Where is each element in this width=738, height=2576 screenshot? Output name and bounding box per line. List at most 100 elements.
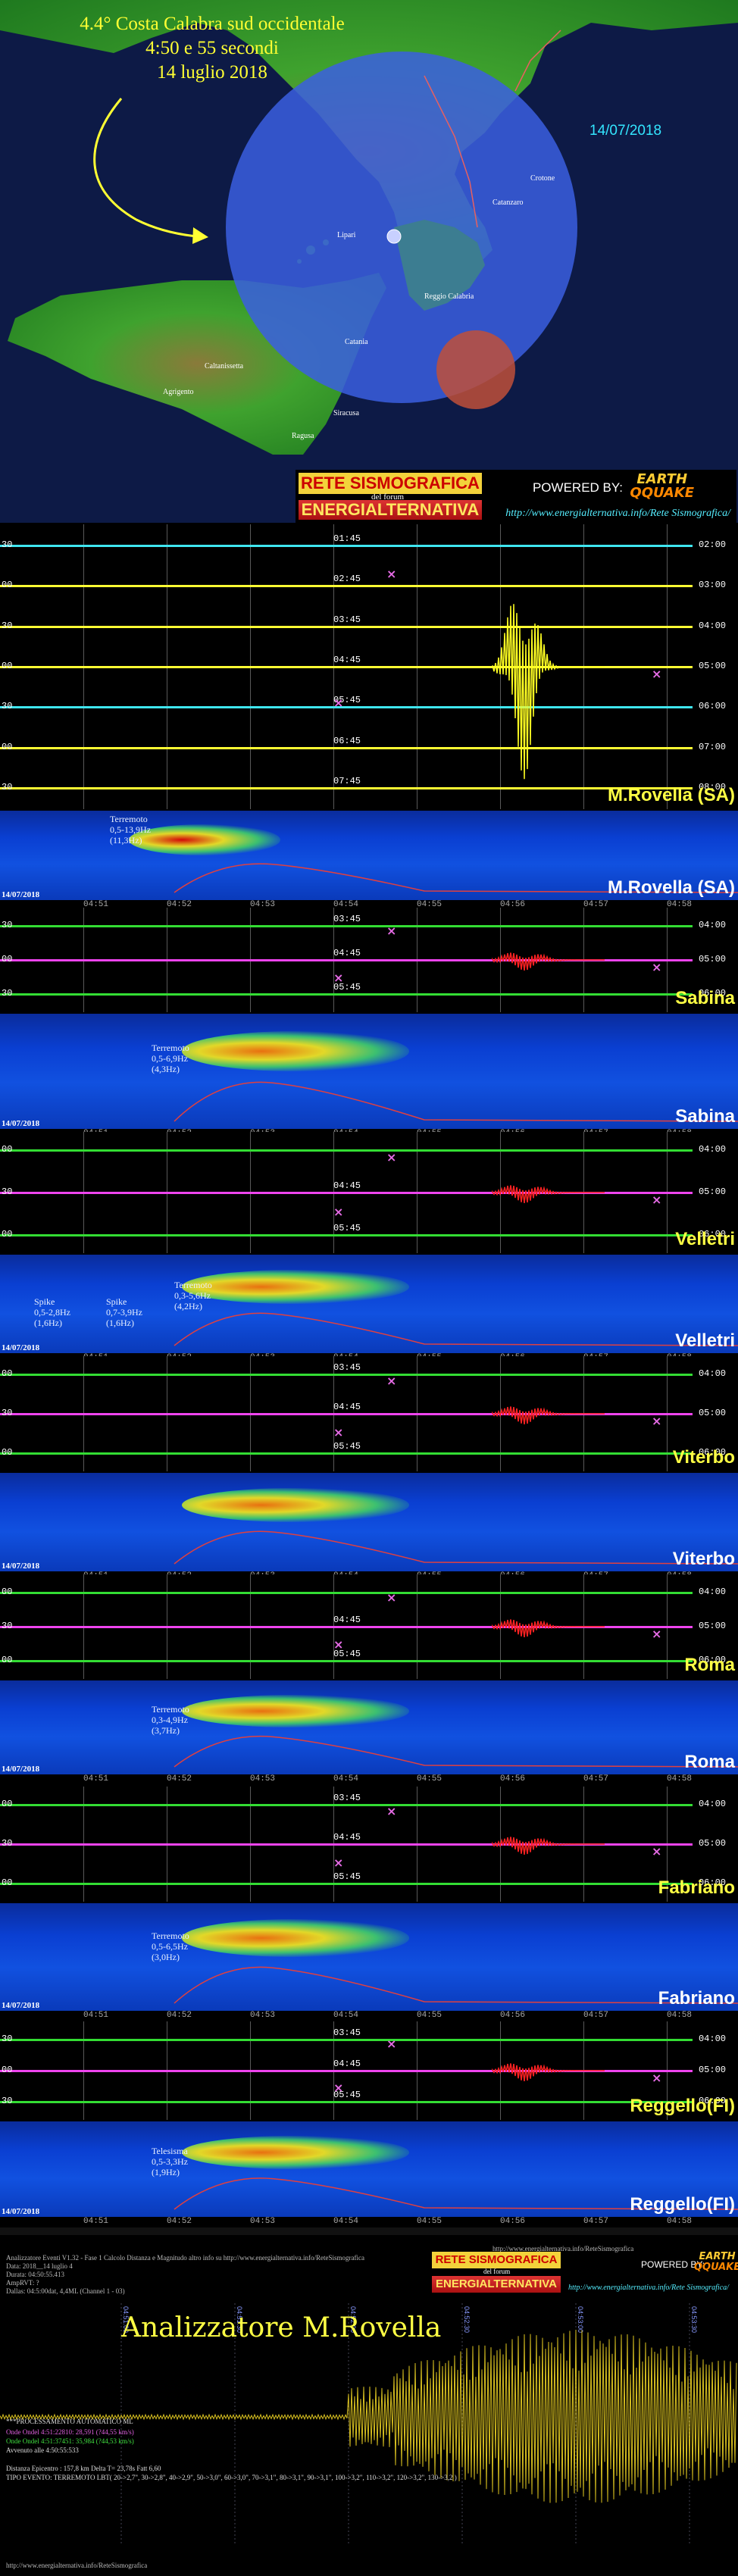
spectrogram-annotation: Terremoto 0,3-5,6Hz (4,2Hz): [174, 1280, 212, 1311]
annotation-line: Terremoto: [152, 1043, 189, 1053]
annotation-line: (4,3Hz): [152, 1064, 180, 1074]
pick-marker-icon: ×: [386, 1803, 397, 1818]
network-banner: RETE SISMOGRAFICA del forum ENERGIALTERN…: [296, 470, 736, 523]
earthquake-waveform: [492, 1837, 605, 1855]
spectrogram-panel: Terremoto 0,5-13,9Hz (11,3Hz) M.Rovella (SA…: [0, 811, 738, 900]
place-label: Caltanissetta: [205, 362, 244, 370]
analyzer-onde-2: Onde Ondel 4:51:37451: 35,984 (?44,53 km…: [6, 2437, 134, 2445]
analyzer-logo-mid: del forum: [483, 2268, 511, 2275]
pick-marker-icon: ×: [333, 1425, 344, 1440]
annotation-line: (3,7Hz): [152, 1725, 180, 1736]
analyzer-event-type: TIPO EVENTO: TERREMOTO LBT( 20->2,7", 30…: [6, 2474, 457, 2481]
spectrogram-date: 14/07/2018: [2, 2207, 40, 2216]
spectrogram-date: 14/07/2018: [2, 1765, 40, 1774]
analyzer-banner: RETE SISMOGRAFICA del forum ENERGIALTERN…: [430, 2250, 738, 2297]
analyzer-title: Analizzatore M.Rovella: [121, 2312, 442, 2343]
helicorder-panel: 03:45 04:45 05:45 04:00 05:00 06:00 00 30 00 Vite…: [0, 1356, 738, 1471]
seismogram-trace: [492, 1619, 605, 1637]
spectrogram-panel: Telesisma 0,5-3,3Hz (1,9Hz) Reggello(FI) 14/…: [0, 2121, 738, 2217]
epicenter-marker: [436, 330, 515, 409]
annotation-line: 0,7-3,9Hz: [106, 1306, 142, 1318]
time-axis-label: 04:56: [500, 2011, 526, 2020]
pick-marker-icon: ×: [333, 1855, 344, 1871]
spectrogram-station-name: Roma: [684, 1752, 735, 1772]
time-axis: 04:51 04:52 04:53 04:54 04:55 04:56 04:57 04:58: [0, 2011, 738, 2021]
annotation-line: 0,5-13,9Hz: [110, 824, 151, 835]
seismogram-trace: [492, 604, 605, 780]
amplitude-curve-line: [174, 1966, 738, 2004]
time-axis-label: 04:52: [167, 1774, 192, 1784]
analyzer-axis-label: 04:53:30: [690, 2306, 698, 2333]
place-label: Lipari: [337, 231, 356, 239]
spectrogram-annotation: Terremoto 0,5-6,9Hz (4,3Hz): [152, 1043, 189, 1074]
time-axis-label: 04:58: [667, 1774, 693, 1784]
place-label: Ragusa: [292, 432, 314, 440]
earthquake-waveform: [492, 1406, 605, 1424]
analyzer-panel: http://www.energialternativa.info/ReteSi…: [0, 2227, 738, 2576]
pick-marker-icon: ×: [333, 1205, 344, 1219]
time-axis-label: 04:53: [250, 2217, 276, 2226]
spectrogram-station-name: Reggello(FI): [630, 2194, 735, 2215]
analyzer-onde-3: Avvenuto alle 4:50:55:533: [6, 2446, 79, 2454]
time-axis-label: 04:55: [417, 1774, 442, 1784]
spectrogram-station-name: M.Rovella (SA): [607, 877, 735, 898]
seismogram-trace: [492, 1837, 605, 1855]
time-axis-label: 04:54: [333, 2217, 359, 2226]
place-label: Catania: [345, 338, 368, 346]
network-url[interactable]: http://www.energialternativa.info/Rete S…: [505, 508, 730, 520]
seismogram-trace: [492, 1406, 605, 1424]
annotation-line: Terremoto: [110, 814, 148, 824]
pick-marker-icon: ×: [652, 2071, 662, 2085]
time-axis: 04:51 04:52 04:53 04:54 04:55 04:56 04:57 04:58: [0, 2217, 738, 2227]
powered-by-label: POWERED BY:: [532, 480, 623, 495]
map-title-time: 4:50 e 55 secondi: [145, 38, 279, 58]
map-title-magnitude: 4.4° Costa Calabra sud occidentale: [80, 14, 345, 34]
pick-marker-icon: ×: [652, 1844, 662, 1859]
time-axis: 04:51 04:52 04:53 04:54 04:55 04:56 04:57 04:58: [0, 1774, 738, 1785]
logo-top-text: RETE SISMOGRAFICA: [299, 473, 482, 494]
earthquake-map: 4.4° Costa Calabra sud occidentale 4:50 …: [0, 0, 738, 523]
time-axis-label: 04:53: [250, 1774, 276, 1784]
analyzer-banner-url[interactable]: http://www.energialternativa.info/Rete S…: [568, 2284, 729, 2292]
time-axis-label: 04:55: [417, 2011, 442, 2020]
pick-marker-icon: ×: [386, 567, 397, 582]
annotation-line: (1,6Hz): [34, 1317, 62, 1328]
annotation-line: (1,6Hz): [106, 1317, 134, 1328]
annotation-line: (11,3Hz): [110, 835, 142, 846]
annotation-line: Terremoto: [174, 1279, 212, 1290]
spectrogram-annotation: Terremoto 0,5-13,9Hz (11,3Hz): [110, 814, 151, 846]
amplitude-curve-line: [174, 1530, 738, 1565]
spectrogram-station-name: Fabriano: [658, 1988, 735, 2009]
annotation-line: 0,5-6,5Hz: [152, 1940, 188, 1952]
earthquake-waveform: [492, 1619, 605, 1637]
helicorder-panel: 03:45 04:45 05:45 04:00 05:00 06:00 30 00 30 Sabi…: [0, 908, 738, 1012]
annotation-line: 0,5-2,8Hz: [34, 1306, 70, 1318]
analyzer-top-bar: [0, 2227, 738, 2235]
annotation-line: Terremoto: [152, 1704, 189, 1715]
spectrogram-annotation: Spike 0,7-3,9Hz (1,6Hz): [106, 1296, 142, 1328]
amplitude-curve: [174, 1530, 738, 1565]
spectrogram-date: 14/07/2018: [2, 1562, 40, 1571]
annotation-line: 0,5-3,3Hz: [152, 2156, 188, 2167]
place-label: Siracusa: [333, 409, 359, 417]
time-axis-label: 04:54: [333, 1774, 359, 1784]
logo-bottom-text: ENERGIALTERNATIVA: [299, 500, 482, 520]
analyzer-header-line: Dallas: 04:5:00dat, 4,4ML (Channel 1 - 0…: [6, 2287, 125, 2295]
analyzer-url-bottom[interactable]: http://www.energialternativa.info/ReteSi…: [6, 2561, 147, 2570]
amplitude-curve: [174, 2177, 738, 2210]
place-label: Crotone: [530, 174, 555, 183]
time-axis-label: 04:56: [500, 1774, 526, 1784]
map-title-date: 14 luglio 2018: [157, 62, 267, 83]
station-name: M.Rovella (SA): [607, 785, 735, 805]
pick-marker-icon: ×: [386, 1590, 397, 1605]
time-axis-label: 04:56: [500, 2217, 526, 2226]
spectrogram-station-name: Velletri: [675, 1330, 735, 1351]
pick-marker-icon: ×: [333, 695, 344, 710]
analyzer-eq-logo-line2: QQUAKE: [694, 2262, 738, 2273]
pick-marker-icon: ×: [652, 667, 662, 681]
station-name: Fabriano: [658, 1877, 735, 1898]
time-axis-label: 04:52: [167, 2217, 192, 2226]
earthquake-waveform: [492, 2063, 605, 2081]
time-axis-label: 04:52: [167, 2011, 192, 2020]
eq-logo-line2: QQUAKE: [630, 485, 694, 501]
